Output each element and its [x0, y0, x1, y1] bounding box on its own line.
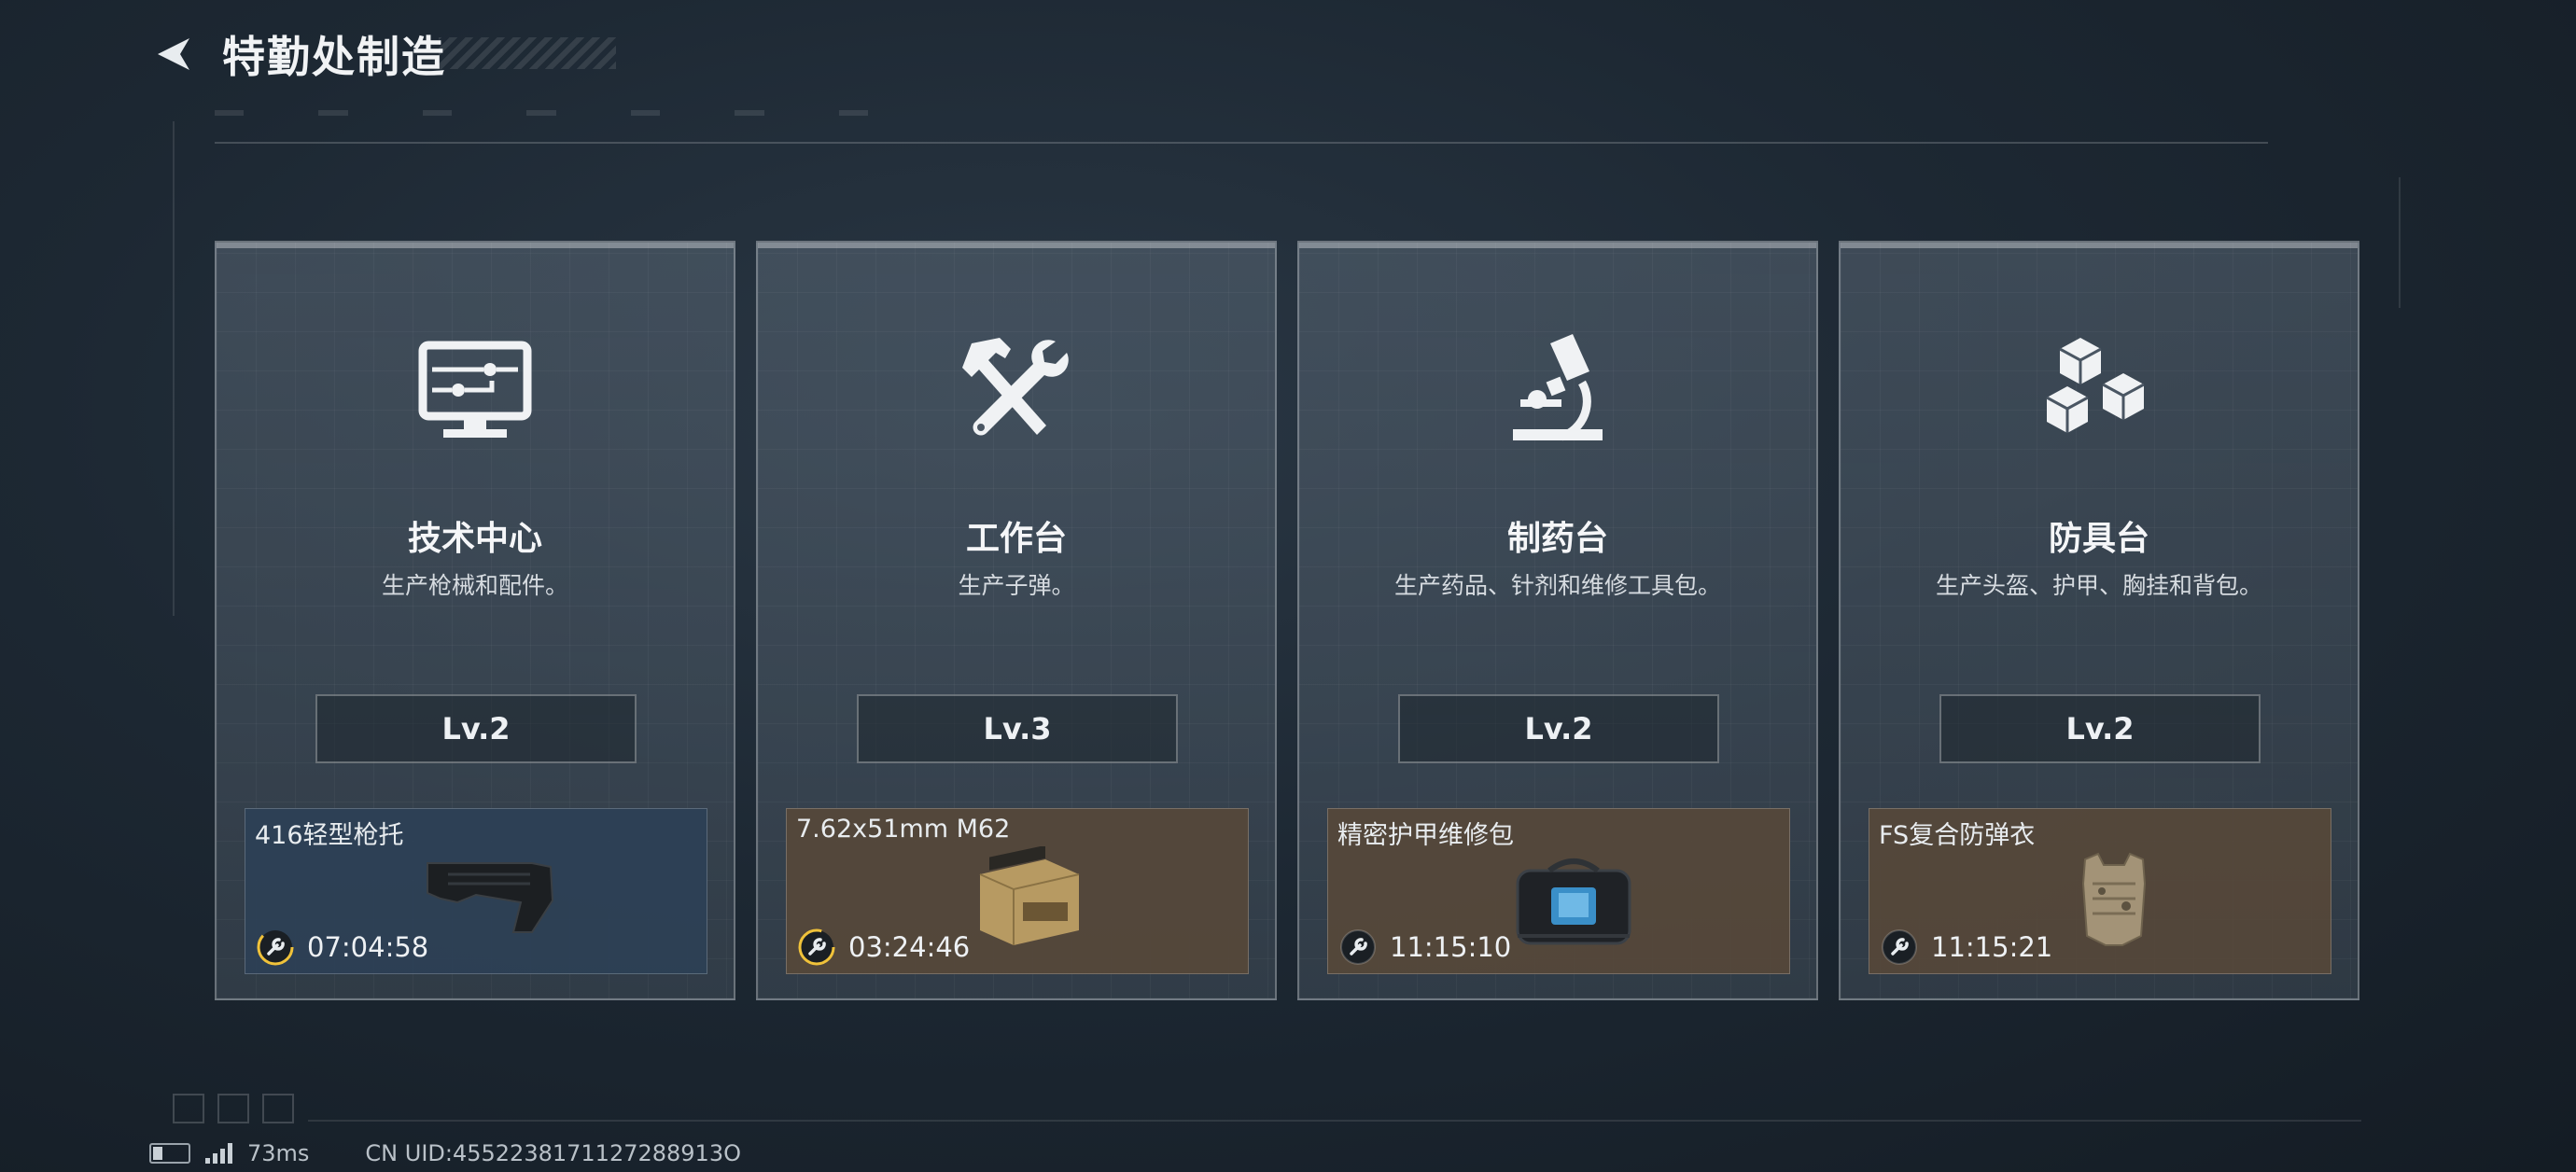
card-top-line	[1841, 243, 2358, 248]
body-armor-image	[2081, 852, 2147, 946]
header-ticks	[215, 110, 868, 123]
wrench-timer-icon	[798, 928, 835, 966]
card-name: 技术中心	[407, 520, 542, 558]
product-name: FS复合防弹衣	[1879, 821, 2036, 850]
hammer-wrench-icon	[962, 338, 1069, 436]
signal-icon	[205, 1143, 232, 1164]
card-top-line	[1299, 243, 1816, 248]
production-slot[interactable]: 7.62x51mm M62 03:24:46	[786, 808, 1249, 974]
card-workbench[interactable]: 工作台 生产子弹。 Lv.3 7.62x51mm M62 03:24:46	[756, 241, 1277, 1000]
level-button[interactable]: Lv.3	[857, 694, 1178, 763]
frame-line-right	[2399, 177, 2401, 308]
card-description: 生产枪械和配件。	[381, 572, 568, 599]
timer-text: 03:24:46	[848, 931, 971, 963]
card-description: 生产药品、针剂和维修工具包。	[1393, 572, 1721, 599]
timer-text: 11:15:21	[1931, 931, 2053, 963]
card-name: 防具台	[2048, 520, 2149, 558]
wrench-timer-icon	[1340, 929, 1376, 965]
production-slot[interactable]: FS复合防弹衣 11:15:21	[1869, 808, 2331, 974]
production-timer: 03:24:46	[798, 928, 970, 966]
level-button[interactable]: Lv.2	[1398, 694, 1719, 763]
card-name: 工作台	[965, 520, 1067, 558]
wrench-timer-icon	[1882, 929, 1917, 965]
card-description: 生产头盔、护甲、胸挂和背包。	[1935, 572, 2262, 599]
product-name: 416轻型枪托	[255, 821, 404, 850]
ping-text: 73ms	[247, 1140, 310, 1166]
back-arrow-icon	[158, 38, 189, 70]
card-tech-center[interactable]: 技术中心 生产枪械和配件。 Lv.2 416轻型枪托 07:04:58	[215, 241, 735, 1000]
card-pharmacy[interactable]: 制药台 生产药品、针剂和维修工具包。 Lv.2 精密护甲维修包 11:15:10	[1297, 241, 1818, 1000]
timer-text: 07:04:58	[307, 931, 429, 963]
header-divider	[215, 142, 2268, 144]
bottom-decor-icons	[173, 1094, 294, 1123]
card-top-line	[758, 243, 1275, 248]
header: 特勤处制造	[149, 26, 446, 82]
bottom-divider	[308, 1120, 2361, 1122]
microscope-icon	[1513, 334, 1603, 441]
ammo-box-image	[979, 846, 1080, 945]
monitor-icon	[418, 341, 532, 438]
product-name: 精密护甲维修包	[1337, 821, 1514, 850]
back-button[interactable]	[149, 30, 198, 78]
production-timer: 11:15:21	[1881, 928, 2052, 966]
workstation-cards: 技术中心 生产枪械和配件。 Lv.2 416轻型枪托 07:04:58 工作台 …	[215, 241, 2361, 1000]
product-name: 7.62x51mm M62	[796, 815, 1011, 844]
level-button[interactable]: Lv.2	[1939, 694, 2261, 763]
production-timer: 11:15:10	[1339, 928, 1511, 966]
status-bar: 73ms CN UID:4552238171127288913O	[149, 1140, 741, 1166]
frame-line-left	[173, 121, 175, 616]
production-slot[interactable]: 精密护甲维修包 11:15:10	[1327, 808, 1790, 974]
title-decoration	[439, 37, 616, 69]
page-title: 特勤处制造	[222, 32, 446, 82]
card-armor-bench[interactable]: 防具台 生产头盔、护甲、胸挂和背包。 Lv.2 FS复合防弹衣 11:15:21	[1839, 241, 2359, 1000]
repair-kit-bag-image	[1516, 858, 1631, 945]
production-timer: 07:04:58	[257, 928, 428, 966]
battery-icon	[149, 1143, 190, 1164]
timer-text: 11:15:10	[1390, 931, 1512, 963]
uid-text: CN UID:4552238171127288913O	[365, 1140, 741, 1166]
level-button[interactable]: Lv.2	[315, 694, 637, 763]
wrench-timer-icon	[257, 928, 294, 966]
rifle-stock-image	[427, 862, 554, 933]
production-slot[interactable]: 416轻型枪托 07:04:58	[245, 808, 707, 974]
card-top-line	[217, 243, 734, 248]
boxes-icon	[2046, 338, 2145, 433]
card-description: 生产子弹。	[958, 572, 1075, 599]
card-name: 制药台	[1506, 520, 1608, 558]
